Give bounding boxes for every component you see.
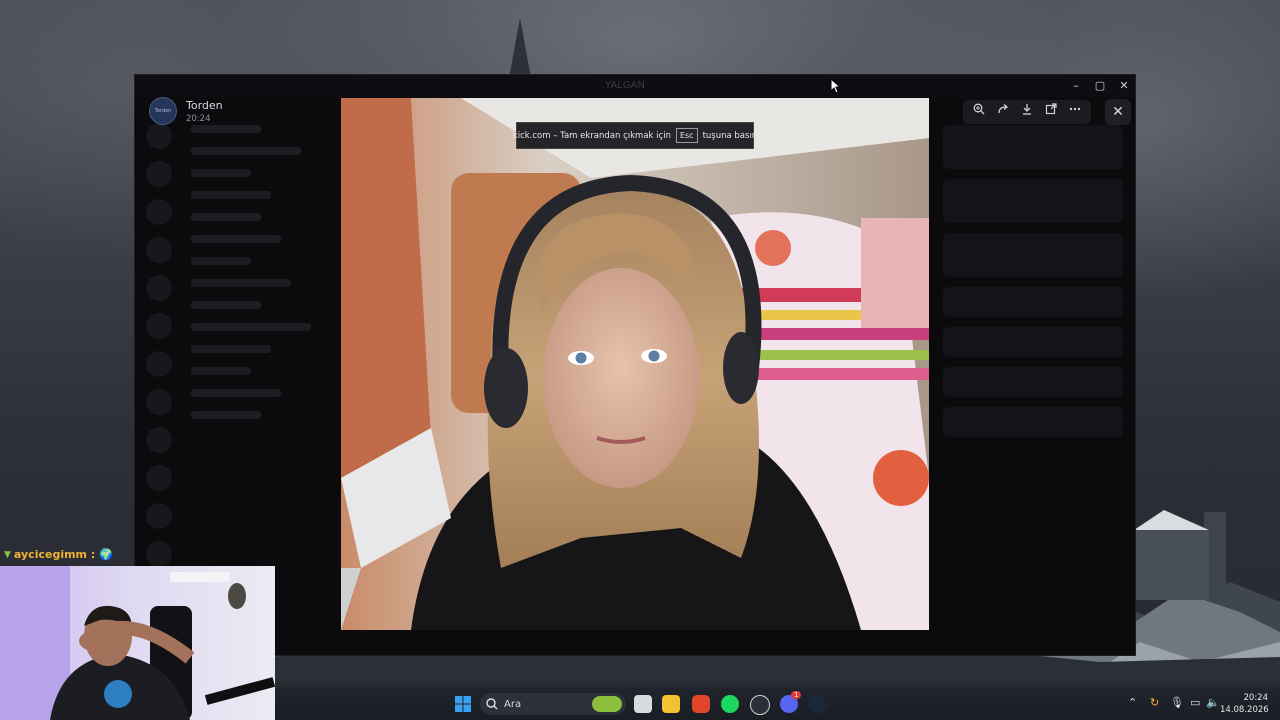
- post-time: 20:24: [186, 113, 211, 124]
- sync-icon[interactable]: ↻: [1150, 696, 1159, 709]
- maximize-button[interactable]: ▢: [1092, 78, 1108, 94]
- chat-badge-icon: ▼: [4, 549, 11, 560]
- chat-emoji: 🌍: [99, 548, 113, 561]
- taskbar-clock[interactable]: 20:24 14.08.2026: [1220, 692, 1269, 716]
- monitor-icon[interactable]: ▭: [1190, 696, 1200, 709]
- close-icon[interactable]: ✕: [1105, 99, 1131, 125]
- discord-taskbar-icon[interactable]: 1: [780, 691, 802, 713]
- brave-browser-icon[interactable]: [692, 695, 710, 713]
- toast-text-before: kick.com – Tam ekrandan çıkmak için: [512, 130, 671, 141]
- image-toolbar: ✕: [963, 99, 1131, 125]
- mouse-cursor-icon: [830, 78, 842, 94]
- channel-list-dimmed: [191, 125, 341, 433]
- more-icon[interactable]: [1063, 103, 1087, 121]
- discord-window: YALGAN – ▢ ✕ Torden Torden 20:24 kick.co…: [134, 74, 1136, 656]
- download-icon[interactable]: [1015, 103, 1039, 121]
- stream-chat-message: ▼ aycicegimm : 🌍: [4, 548, 113, 561]
- taskbar-search[interactable]: Ara: [480, 693, 626, 715]
- castle-tower: [1134, 470, 1230, 600]
- obs-icon[interactable]: [750, 695, 770, 715]
- fullscreen-image[interactable]: kick.com – Tam ekrandan çıkmak için Esc …: [341, 98, 929, 630]
- file-explorer-icon[interactable]: [662, 695, 680, 713]
- member-list-dimmed: [943, 125, 1123, 447]
- task-view-icon[interactable]: [634, 695, 652, 713]
- windows-start-icon[interactable]: [454, 695, 472, 713]
- volume-icon[interactable]: 🔈: [1206, 696, 1220, 709]
- streamer-webcam: [0, 566, 275, 720]
- fullscreen-exit-notice: kick.com – Tam ekrandan çıkmak için Esc …: [512, 122, 757, 149]
- avatar-text: Torden: [154, 108, 172, 114]
- search-highlight-icon: [592, 696, 622, 712]
- clock-date: 14.08.2026: [1220, 705, 1269, 715]
- author-name[interactable]: Torden: [186, 99, 223, 112]
- steam-icon[interactable]: [808, 695, 826, 713]
- spotify-icon[interactable]: [721, 695, 739, 713]
- zoom-in-icon[interactable]: [967, 103, 991, 121]
- server-rail-dimmed: [141, 123, 177, 623]
- esc-key: Esc: [675, 128, 698, 143]
- show-hidden-icons-icon[interactable]: ⌃: [1128, 696, 1137, 709]
- spire-silhouette: [509, 18, 531, 78]
- window-title: YALGAN: [605, 80, 645, 91]
- image-actions: [963, 100, 1091, 124]
- window-close-button[interactable]: ✕: [1116, 78, 1132, 94]
- forward-icon[interactable]: [991, 103, 1015, 121]
- minimize-button[interactable]: –: [1068, 78, 1084, 94]
- image-author-header: Torden Torden 20:24: [149, 97, 223, 125]
- webcam-content: [0, 566, 275, 720]
- clock-time: 20:24: [1243, 693, 1269, 703]
- window-titlebar: YALGAN – ▢ ✕: [135, 75, 1135, 97]
- microphone-icon[interactable]: 🎙: [1170, 696, 1184, 709]
- chat-author: aycicegimm :: [13, 548, 96, 561]
- search-icon: [486, 698, 498, 710]
- open-external-icon[interactable]: [1039, 103, 1063, 121]
- avatar[interactable]: Torden: [149, 97, 177, 125]
- toast-text-after: tuşuna basın: [702, 130, 758, 141]
- search-placeholder: Ara: [504, 698, 522, 710]
- image-content: [341, 98, 929, 630]
